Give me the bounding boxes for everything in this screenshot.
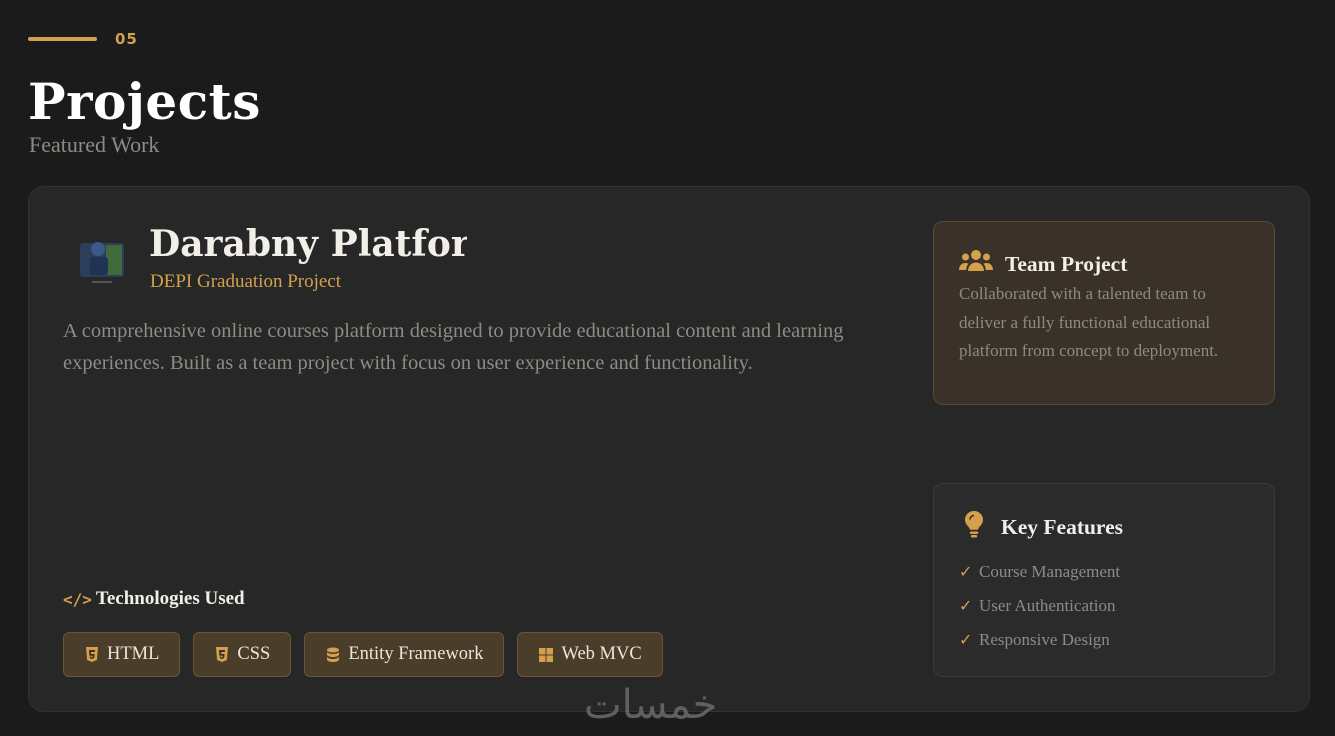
- check-icon: ✓: [959, 598, 973, 615]
- project-title: Darabny Platform: [149, 223, 467, 265]
- team-project-heading: Team Project: [959, 249, 1127, 279]
- page-subtitle: Featured Work: [29, 132, 160, 157]
- section-number-text: 05: [115, 30, 138, 48]
- section-number: 05: [28, 30, 138, 48]
- feature-label: User Authentication: [979, 596, 1116, 615]
- lightbulb-icon: [959, 510, 989, 544]
- watermark-logo: خمسات: [584, 682, 718, 728]
- html5-icon: [84, 646, 100, 663]
- tech-tag-html: HTML: [63, 632, 181, 677]
- key-features-title: Key Features: [1001, 514, 1123, 539]
- users-icon: [959, 249, 993, 279]
- section-divider-line: [28, 37, 97, 41]
- tech-tag-label: CSS: [237, 644, 271, 664]
- tech-tag-web-mvc: Web MVC: [517, 632, 663, 677]
- tech-tag-label: Web MVC: [561, 644, 642, 664]
- tech-tag-label: HTML: [107, 644, 160, 664]
- feature-item: ✓ Course Management: [959, 555, 1120, 589]
- key-features-list: ✓ Course Management ✓ User Authenticatio…: [959, 555, 1120, 657]
- technologies-heading-label: Technologies Used: [95, 588, 245, 609]
- feature-item: ✓ User Authentication: [959, 589, 1120, 623]
- feature-item: ✓ Responsive Design: [959, 623, 1120, 657]
- code-icon: </>: [63, 589, 92, 609]
- project-subtitle: DEPI Graduation Project: [150, 271, 342, 292]
- check-icon: ✓: [959, 564, 973, 581]
- windows-icon: [538, 647, 554, 663]
- css3-icon: [214, 646, 230, 663]
- tech-tag-label: Entity Framework: [348, 644, 484, 664]
- check-icon: ✓: [959, 632, 973, 649]
- project-logo: [76, 233, 128, 293]
- key-features-heading: Key Features: [959, 510, 1123, 544]
- team-project-text: Collaborated with a talented team to del…: [959, 284, 1219, 360]
- technologies-heading: </> Technologies Used: [63, 588, 245, 610]
- project-description: A comprehensive online courses platform …: [63, 320, 844, 374]
- page-title: Projects: [28, 72, 261, 131]
- feature-label: Course Management: [979, 562, 1121, 581]
- technologies-list: HTML CSS Entity Framework Web MVC: [63, 632, 663, 677]
- team-project-box: Team Project Collaborated with a talente…: [933, 221, 1275, 405]
- team-project-title: Team Project: [1005, 251, 1128, 276]
- key-features-box: Key Features ✓ Course Management ✓ User …: [933, 483, 1275, 677]
- tech-tag-css: CSS: [193, 632, 292, 677]
- tech-tag-entity-framework: Entity Framework: [304, 632, 505, 677]
- feature-label: Responsive Design: [979, 630, 1110, 649]
- database-icon: [325, 647, 341, 663]
